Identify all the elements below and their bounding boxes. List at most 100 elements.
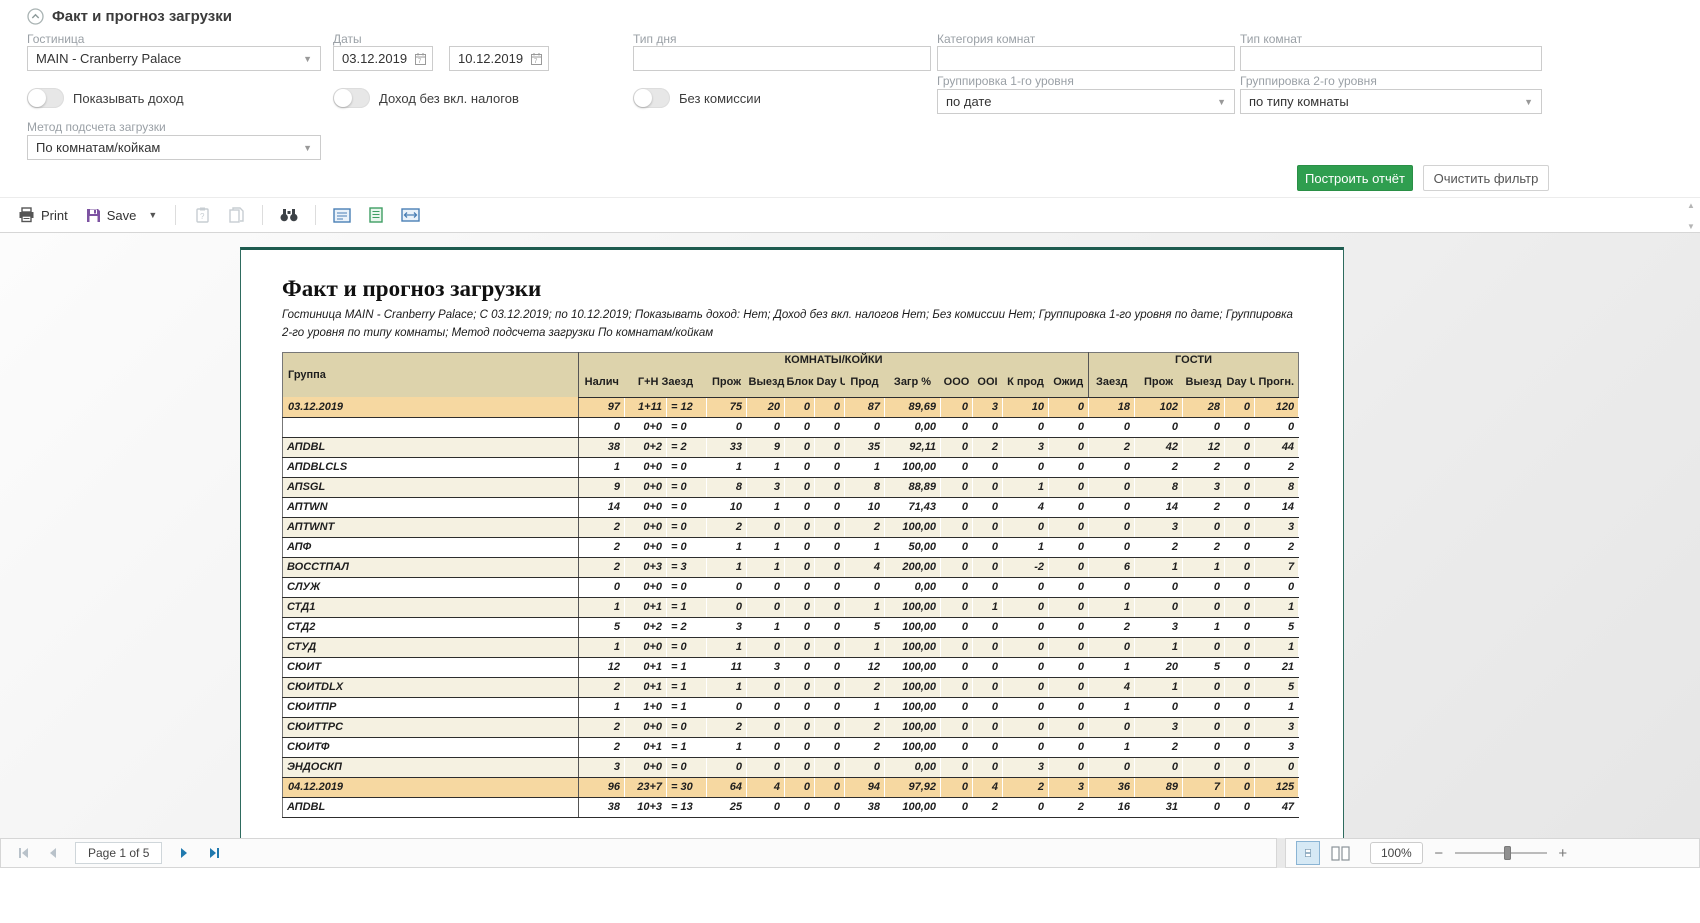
date-from-input[interactable]: 03.12.2019 7 [333,46,433,71]
cell: 0 [941,437,973,457]
cell: 1 [747,557,785,577]
cell: 2 [845,717,885,737]
room-category-input[interactable] [937,46,1235,71]
group-cell: АПTWN [283,497,579,517]
cell: 97 [579,397,625,417]
view-single-page-button[interactable] [330,204,354,226]
cell: 1 [747,617,785,637]
cell: 1 [747,537,785,557]
cell: = 0 [667,537,707,557]
report-page: Факт и прогноз загрузки Гостиница MAIN -… [240,247,1344,838]
cell: 0 [941,637,973,657]
cell: 2 [579,677,625,697]
cell: 16 [1089,797,1135,817]
cell: 0 [747,677,785,697]
last-page-button[interactable] [202,842,226,864]
cell: 2 [579,557,625,577]
scroll-up-icon: ▲ [1687,201,1695,210]
toggle-income-no-tax-switch[interactable] [333,88,370,108]
next-page-button[interactable] [172,842,196,864]
cell: 3 [747,657,785,677]
cell: 0 [1049,577,1089,597]
cell: 2 [1089,617,1135,637]
cell: 1 [707,537,747,557]
day-type-input[interactable] [633,46,931,71]
cell: 2 [1135,457,1183,477]
table-row: АПDBL3810+3= 132500038100,00020216310047 [283,797,1299,817]
header-cell: Блок [785,367,815,397]
cell: 0 [973,737,1003,757]
group-cell: 04.12.2019 [283,777,579,797]
cell: 0 [815,737,845,757]
cell: 0 [1225,537,1255,557]
view-mode-facing-button[interactable] [1328,841,1352,865]
cell: = 1 [667,697,707,717]
method-select[interactable]: По комнатам/койкам ▼ [27,135,321,160]
cell: 0 [941,477,973,497]
cell: 0 [1049,477,1089,497]
cell: 0 [1183,417,1225,437]
build-report-button[interactable]: Построить отчёт [1297,165,1413,191]
cell: 0 [785,677,815,697]
table-row: ВОССТПАЛ20+3= 311004200,0000-2061107 [283,557,1299,577]
cell: 75 [707,397,747,417]
cell: 0 [785,417,815,437]
cell: 0 [973,577,1003,597]
toggle-show-income-switch[interactable] [27,88,64,108]
cell: 100,00 [885,697,941,717]
cell: 1 [845,597,885,617]
cell: 2 [579,517,625,537]
date-to-input[interactable]: 10.12.2019 7 [449,46,549,71]
hotel-select[interactable]: MAIN - Cranberry Palace ▼ [27,46,321,71]
toolbar-scrollbar[interactable]: ▲ ▼ [1684,201,1698,231]
cell: 1 [1255,697,1299,717]
clear-filter-button[interactable]: Очистить фильтр [1423,165,1549,191]
group1-select[interactable]: по дате ▼ [937,89,1235,114]
print-button[interactable]: Print [14,204,72,226]
cell: 0 [1225,617,1255,637]
zoom-slider-handle[interactable] [1504,846,1511,860]
toggle-no-commission-switch[interactable] [633,88,670,108]
cell: 0 [1225,457,1255,477]
room-type-input[interactable] [1240,46,1542,71]
zoom-slider[interactable] [1455,846,1547,860]
chevron-down-icon: ▼ [1524,97,1533,107]
find-button[interactable] [277,204,301,226]
save-button[interactable]: Save ▼ [82,205,162,226]
cell: 2 [1089,437,1135,457]
report-table: ГруппаКОМНАТЫ/КОЙКИГОСТИНаличГ+Н ЗаездПр… [282,352,1299,818]
cell: 3 [1183,477,1225,497]
prev-page-button[interactable] [41,842,65,864]
toggle-show-income-label: Показывать доход [73,91,184,106]
cell: 0 [785,757,815,777]
view-continuous-button[interactable] [364,204,388,226]
save-dropdown-caret-icon[interactable]: ▼ [148,210,157,220]
zoom-out-button[interactable]: − [1431,845,1447,862]
cell: 4 [1003,497,1049,517]
filter-panel: Факт и прогноз загрузки Гостиница MAIN -… [0,0,1700,197]
cell: 0 [941,757,973,777]
cell: 0 [1135,757,1183,777]
group2-select[interactable]: по типу комнаты ▼ [1240,89,1542,114]
group-cell: АПDBLCLS [283,457,579,477]
cell: 1 [973,597,1003,617]
view-mode-continuous-button[interactable] [1296,841,1320,865]
cell: 14 [1255,497,1299,517]
view-fit-width-button[interactable] [398,204,422,226]
cell: 0 [1183,637,1225,657]
cell: 0 [1225,677,1255,697]
group-cell: 03.12.2019 [283,397,579,417]
zoom-in-button[interactable]: + [1555,845,1571,862]
cell: 0 [1255,757,1299,777]
table-row: 03.12.2019971+11= 127520008789,690310018… [283,397,1299,417]
first-page-button[interactable] [11,842,35,864]
table-row: АПDBLCLS10+0= 011001100,00000002202 [283,457,1299,477]
collapse-panel-icon[interactable] [27,8,44,25]
cell: 0+0 [625,717,667,737]
cell: 4 [747,777,785,797]
table-row: АПDBL380+2= 2339003592,11023024212044 [283,437,1299,457]
cell: 0 [815,457,845,477]
cell: 0 [1003,697,1049,717]
cell: 3 [1003,757,1049,777]
cell: 0 [785,577,815,597]
